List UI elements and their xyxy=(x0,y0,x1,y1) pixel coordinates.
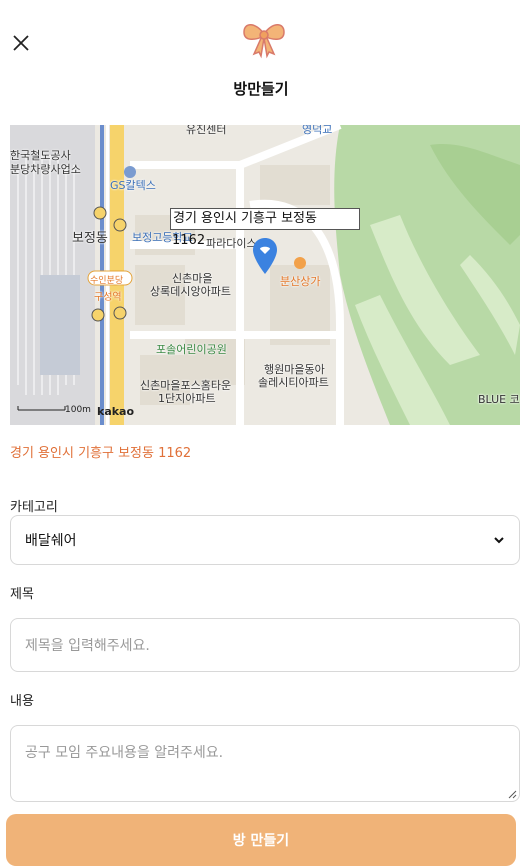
selected-address: 경기 용인시 기흥구 보정동 1162 xyxy=(10,446,192,461)
title-input[interactable]: 제목을 입력해주세요. xyxy=(10,618,520,672)
map-label: 분당차량사업소 xyxy=(10,163,81,176)
close-icon[interactable] xyxy=(10,32,32,54)
title-placeholder: 제목을 입력해주세요. xyxy=(25,638,150,654)
ribbon-bow-icon xyxy=(243,24,285,59)
map-label: 구성역 xyxy=(94,292,122,303)
content-textarea[interactable]: 공구 모임 주요내용을 알려주세요. xyxy=(10,725,520,802)
map-label: 수인분당 xyxy=(90,276,124,286)
map-address-popup-line2: 1162 xyxy=(172,233,206,248)
create-room-button[interactable]: 방 만들기 xyxy=(6,814,516,866)
category-value: 배달쉐어 xyxy=(25,533,77,549)
map-scale: 100m xyxy=(65,405,91,415)
page-title: 방만들기 xyxy=(233,80,289,98)
chevron-down-icon xyxy=(494,537,504,544)
location-pin-icon[interactable] xyxy=(252,237,278,275)
resize-handle-icon[interactable] xyxy=(507,789,517,799)
map-label: BLUE 코스 xyxy=(478,393,520,406)
map-view[interactable]: 한국철도공사 분당차량사업소 보정동 GS칼텍스 보정고등학교 파라다이스 신촌… xyxy=(10,125,520,425)
map-label: 파라다이스 xyxy=(206,237,257,250)
category-label: 카테고리 xyxy=(10,500,58,515)
category-select[interactable]: 배달쉐어 xyxy=(10,515,520,565)
header: 방만들기 xyxy=(0,0,522,110)
map-label: 영덕교 xyxy=(302,125,333,136)
content-placeholder: 공구 모임 주요내용을 알려주세요. xyxy=(25,745,224,761)
map-label: 분산상가 xyxy=(280,275,321,288)
map-label: 상록데시앙아파트 xyxy=(150,285,231,298)
content-label: 내용 xyxy=(10,694,34,709)
title-label: 제목 xyxy=(10,587,34,602)
map-label: 보정동 xyxy=(72,231,108,246)
map-label: 유진센터 xyxy=(186,125,227,136)
map-label: GS칼텍스 xyxy=(110,179,156,192)
map-label: 1단지아파트 xyxy=(158,392,216,405)
map-label: 솔레시티아파트 xyxy=(258,376,329,389)
map-address-popup: 경기 용인시 기흥구 보정동 xyxy=(170,208,360,230)
kakao-logo: kakao xyxy=(97,405,135,418)
map-label: 포솔어린이공원 xyxy=(156,343,227,356)
